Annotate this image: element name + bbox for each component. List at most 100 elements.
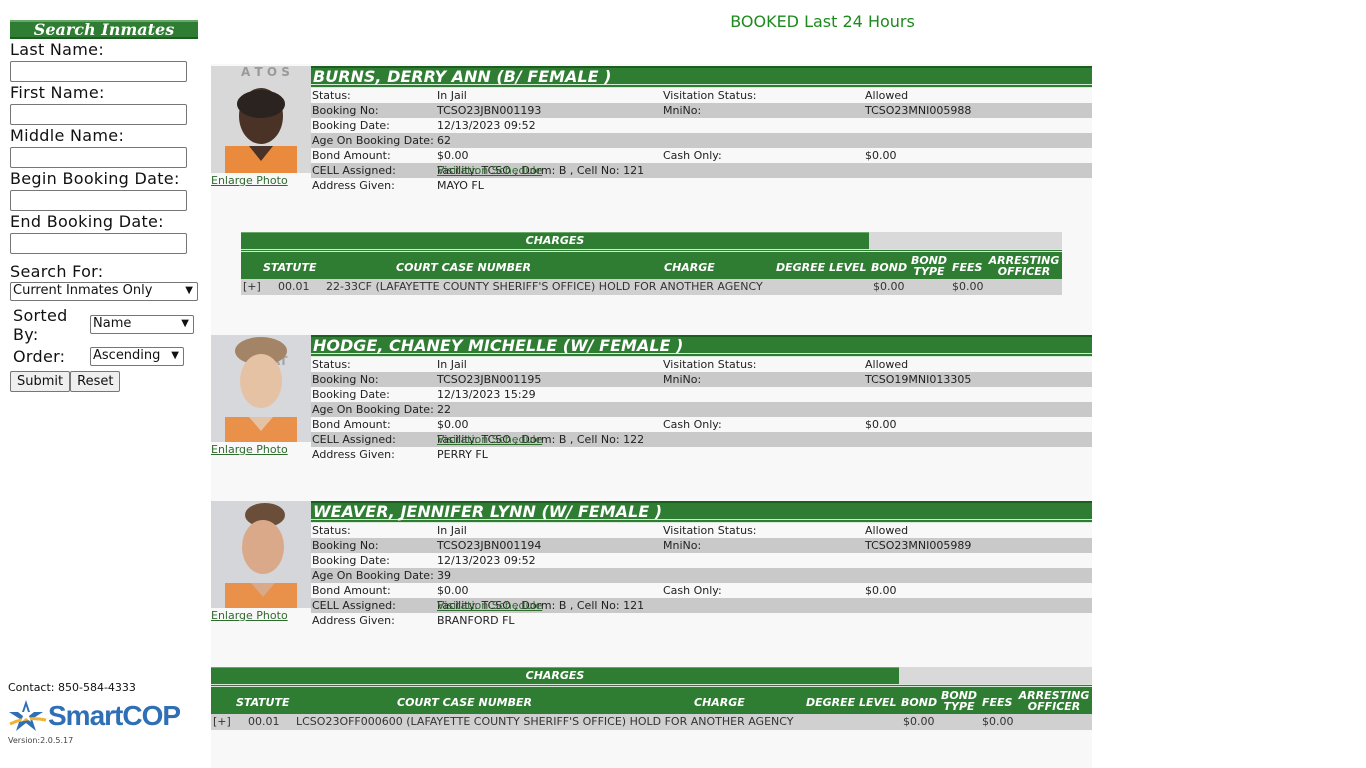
reset-button[interactable]: Reset [70,371,121,392]
bond-amount-value: $0.00 [437,418,469,431]
visitation-status-label: Visitation Status: [663,358,757,371]
star-logo-icon [9,700,47,731]
address-label: Address Given: [312,448,395,461]
address-value: BRANFORD FL [437,614,515,627]
mnino-label: MniNo: [663,373,702,386]
bond-amount-label: Bond Amount: [312,149,391,162]
end-booking-date-label: End Booking Date: [10,212,164,231]
sorted-by-value: Name [93,316,132,331]
statute-value: 00.01 [278,280,310,293]
enlarge-photo-link[interactable]: Enlarge Photo [211,174,288,187]
charge-row: [+] 00.01 LCSO23OFF000600 (LAFAYETTE COU… [211,714,1092,730]
enlarge-photo-link[interactable]: Enlarge Photo [211,443,288,456]
inmate-photo[interactable]: AT [211,335,311,442]
visitation-schedule-link[interactable]: Visitation Schedule [437,432,542,447]
address-label: Address Given: [312,614,395,627]
status-value: In Jail [437,89,467,102]
page-title: BOOKED Last 24 Hours [730,12,915,31]
booking-no-label: Booking No: [312,104,379,117]
middle-name-input[interactable] [10,147,187,168]
end-booking-date-input[interactable] [10,233,187,254]
booking-date-value: 12/13/2023 09:52 [437,554,536,567]
inmate-photo[interactable] [211,501,311,608]
status-label: Status: [312,358,351,371]
svg-text:A T O S: A T O S [241,66,290,79]
inmate-results: A T O S Enlarge Photo BURNS, DERRY ANN (… [211,64,1092,768]
degree-level-header: DEGREE LEVEL [806,696,897,709]
charges-table: CHARGES STATUTE COURT CASE NUMBER CHARGE… [241,232,1062,295]
charge-description: LCSO23OFF000600 (LAFAYETTE COUNTY SHERIF… [296,715,794,728]
charges-title: CHARGES [241,232,869,249]
mnino-label: MniNo: [663,539,702,552]
inmate-details: Status: In Jail Visitation Status: Allow… [311,88,1092,193]
booking-date-label: Booking Date: [312,388,390,401]
submit-button[interactable]: Submit [10,371,71,392]
charges-table: CHARGES STATUTE COURT CASE NUMBER CHARGE… [211,667,1092,730]
expand-toggle[interactable]: [+] [243,279,261,295]
bond-value: $0.00 [903,715,935,728]
fees-value: $0.00 [952,280,984,293]
enlarge-photo-link[interactable]: Enlarge Photo [211,609,288,622]
cell-label: CELL Assigned: [312,433,396,446]
charge-header: CHARGE [694,696,745,709]
charge-row: [+] 00.01 22-33CF (LAFAYETTE COUNTY SHER… [241,279,1062,295]
fees-value: $0.00 [982,715,1014,728]
status-value: In Jail [437,358,467,371]
order-label: Order: [13,347,66,366]
version-text: Version:2.0.5.17 [8,736,74,745]
cash-only-value: $0.00 [865,418,897,431]
cash-only-label: Cash Only: [663,418,722,431]
inmate-name: WEAVER, JENNIFER LYNN (W/ FEMALE ) [311,501,1092,523]
bond-type-header: BOND TYPE [910,254,948,278]
sidebar-footer: Contact: 850-584-4333 SmartCOP Version:2… [8,681,181,745]
charges-header-row: STATUTE COURT CASE NUMBER CHARGE DEGREE … [241,249,1062,279]
bond-header: BOND [871,261,908,274]
middle-name-label: Middle Name: [10,126,125,145]
visitation-status-label: Visitation Status: [663,89,757,102]
search-for-label: Search For: [10,262,104,281]
first-name-input[interactable] [10,104,187,125]
court-case-header: COURT CASE NUMBER [397,696,532,709]
statute-value: 00.01 [248,715,280,728]
bond-amount-value: $0.00 [437,584,469,597]
order-value: Ascending [93,348,161,363]
bond-type-header: BOND TYPE [940,689,978,713]
bond-value: $0.00 [873,280,905,293]
bond-amount-label: Bond Amount: [312,584,391,597]
age-value: 39 [437,569,451,582]
chevron-down-icon: ▼ [185,285,193,296]
age-label: Age On Booking Date: [312,134,434,147]
expand-toggle[interactable]: [+] [213,714,231,730]
mnino-value: TCSO23MNI005988 [865,104,972,117]
first-name-label: First Name: [10,83,105,102]
visitation-schedule-link[interactable]: Visitation Schedule [437,598,542,613]
bond-header: BOND [901,696,938,709]
sorted-by-label: Sorted By: [13,306,68,344]
booking-date-value: 12/13/2023 09:52 [437,119,536,132]
bond-amount-label: Bond Amount: [312,418,391,431]
search-for-select[interactable]: Current Inmates Only ▼ [10,282,198,301]
status-label: Status: [312,89,351,102]
cell-label: CELL Assigned: [312,164,396,177]
cash-only-value: $0.00 [865,149,897,162]
smartcop-logo: SmartCOP [8,698,181,734]
visitation-schedule-link[interactable]: Visitation Schedule [437,163,542,178]
search-for-value: Current Inmates Only [13,283,153,298]
age-value: 22 [437,403,451,416]
begin-booking-date-label: Begin Booking Date: [10,169,180,188]
begin-booking-date-input[interactable] [10,190,187,211]
booking-date-label: Booking Date: [312,554,390,567]
address-label: Address Given: [312,179,395,192]
inmate-photo[interactable]: A T O S [211,66,311,173]
mnino-value: TCSO19MNI013305 [865,373,972,386]
address-value: MAYO FL [437,179,484,192]
sorted-by-select[interactable]: Name ▼ [90,315,194,334]
order-select[interactable]: Ascending ▼ [90,347,184,366]
age-label: Age On Booking Date: [312,403,434,416]
charges-header-row: STATUTE COURT CASE NUMBER CHARGE DEGREE … [211,684,1092,714]
last-name-input[interactable] [10,61,187,82]
visitation-status-label: Visitation Status: [663,524,757,537]
inmate-name: BURNS, DERRY ANN (B/ FEMALE ) [311,66,1092,88]
degree-level-header: DEGREE LEVEL [776,261,867,274]
visitation-status-value: Allowed [865,358,909,371]
